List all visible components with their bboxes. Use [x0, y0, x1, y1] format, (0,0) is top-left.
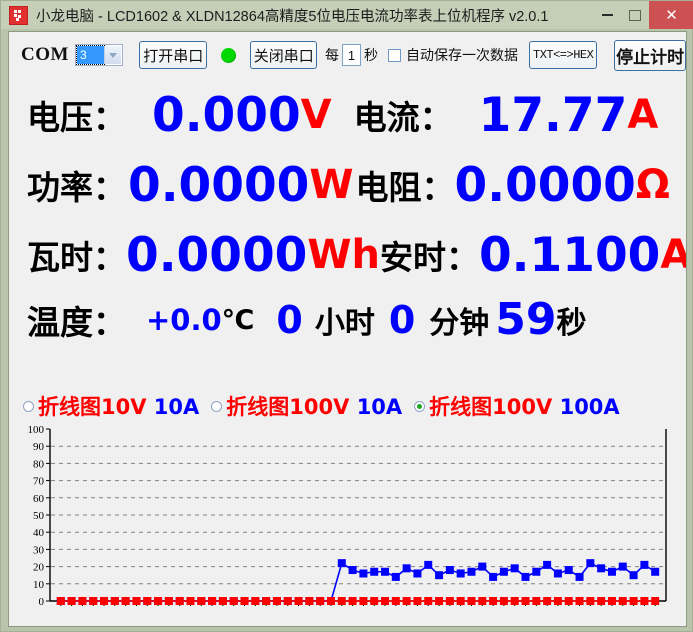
chart-canvas: 0 10 20 30 40 50 60 70 80 90 100 — [28, 424, 667, 608]
svg-text:10: 10 — [33, 579, 45, 591]
readout-row-watthour-amphour: 瓦时： 0.0000 Wh 安时： 0.1100 Ah — [9, 220, 686, 290]
plot-mode-voltage-1: 10V — [101, 395, 147, 419]
radio-icon-selected[interactable] — [414, 400, 426, 412]
plot-mode-prefix-1: 折线图 — [38, 395, 101, 419]
stop-timer-button[interactable]: 停止计时 — [614, 39, 686, 71]
timer-hours-label: 小时 — [314, 306, 375, 341]
close-port-button[interactable]: 关闭串口 — [250, 41, 318, 69]
interval-input[interactable]: 1 — [342, 44, 362, 66]
plot-mode-label-1: 折线图10V 10A — [38, 391, 199, 421]
open-port-button[interactable]: 打开串口 — [139, 41, 208, 69]
interval-suffix-label: 秒 — [364, 47, 379, 63]
title-bar: 小龙电脑 - LCD1602 & XLDN12864高精度5位电压电流功率表上位… — [1, 1, 693, 29]
radio-icon[interactable] — [23, 400, 34, 412]
autosave-checkbox[interactable] — [388, 48, 402, 62]
svg-text:50: 50 — [33, 510, 45, 522]
com-port-value: 3 — [75, 45, 106, 65]
svg-text:20: 20 — [33, 562, 45, 574]
radio-icon[interactable] — [211, 400, 223, 412]
maximize-button[interactable] — [621, 1, 649, 29]
line-chart: 0 10 20 30 40 50 60 70 80 90 100 — [19, 423, 679, 623]
current-label: 电流： — [353, 98, 453, 137]
com-port-select[interactable]: 3 — [74, 44, 124, 66]
readout-panel: 电压： 0.000 V 电流： 17.77 A 功率： 0.0000 W 电阻：… — [9, 80, 686, 350]
plot-mode-option-1[interactable]: 折线图10V 10A — [23, 391, 199, 421]
timer-seconds-label: 秒 — [556, 306, 587, 341]
toolbar: COM 3 打开串口 关闭串口 每 1 秒 自动保存一次数据 TXT<=>HEX… — [9, 36, 686, 74]
plot-mode-current-2: 10A — [356, 395, 403, 419]
minimize-button[interactable] — [593, 1, 621, 29]
plot-mode-prefix-3: 折线图 — [429, 395, 493, 419]
watt-hour-unit: Wh — [307, 232, 380, 278]
plot-mode-label-3: 折线图100V 100A — [429, 391, 620, 421]
autosave-label: 自动保存一次数据 — [406, 47, 519, 63]
temperature-unit: ℃ — [221, 304, 255, 336]
power-label: 功率： — [27, 168, 126, 207]
timer-hours-value: 0 — [276, 298, 303, 342]
svg-text:60: 60 — [33, 493, 45, 505]
close-button[interactable]: ✕ — [649, 1, 693, 29]
temperature-label: 温度： — [27, 303, 126, 342]
plot-mode-group: 折线图10V 10A 折线图100V 10A 折线图100V 100A — [9, 392, 686, 420]
interval-prefix-label: 每 — [325, 47, 340, 63]
voltage-value: 0.000 — [152, 87, 301, 143]
readout-row-voltage-current: 电压： 0.000 V 电流： 17.77 A — [9, 80, 686, 150]
txt-hex-button[interactable]: TXT<=>HEX — [529, 41, 598, 69]
plot-mode-current-1: 10A — [153, 395, 200, 419]
plot-mode-prefix-2: 折线图 — [226, 395, 290, 419]
plot-mode-option-2[interactable]: 折线图100V 10A — [211, 391, 402, 421]
chevron-down-icon[interactable] — [104, 46, 122, 64]
resistance-value: 0.0000 — [454, 157, 636, 213]
com-label: COM — [21, 44, 69, 65]
svg-text:100: 100 — [28, 424, 45, 436]
temperature-value: +0.0 — [146, 303, 222, 337]
timer-minutes-label: 分钟 — [429, 306, 490, 341]
watt-hour-label: 瓦时： — [27, 238, 126, 277]
resistance-unit: Ω — [635, 162, 670, 208]
current-unit: A — [627, 92, 659, 138]
amp-hour-value: 0.1100 — [478, 227, 661, 283]
svg-text:40: 40 — [33, 527, 45, 539]
readout-row-power-resistance: 功率： 0.0000 W 电阻： 0.0000 Ω — [9, 150, 686, 220]
status-led-icon — [221, 47, 237, 63]
svg-text:80: 80 — [33, 458, 45, 470]
power-unit: W — [309, 162, 354, 208]
readout-row-temperature-timer: 温度： +0.0 ℃ 0 小时 0 分钟 59 秒 — [9, 290, 686, 350]
window-controls: ✕ — [593, 1, 693, 29]
resistance-label: 电阻： — [355, 168, 455, 207]
plot-mode-voltage-3: 100V — [492, 395, 553, 419]
app-icon — [9, 5, 28, 25]
power-value: 0.0000 — [128, 157, 310, 213]
app-window: 小龙电脑 - LCD1602 & XLDN12864高精度5位电压电流功率表上位… — [0, 0, 693, 632]
svg-text:90: 90 — [33, 441, 45, 453]
voltage-unit: V — [300, 92, 332, 138]
plot-mode-voltage-2: 100V — [289, 395, 350, 419]
svg-text:70: 70 — [33, 476, 45, 488]
client-area: COM 3 打开串口 关闭串口 每 1 秒 自动保存一次数据 TXT<=>HEX… — [8, 31, 687, 627]
plot-mode-option-3[interactable]: 折线图100V 100A — [414, 391, 620, 421]
timer-seconds-value: 59 — [495, 294, 557, 345]
current-value: 17.77 — [478, 87, 628, 143]
autosave-checkbox-row[interactable]: 自动保存一次数据 — [388, 45, 518, 65]
plot-mode-current-3: 100A — [559, 395, 620, 419]
svg-text:0: 0 — [39, 596, 45, 608]
timer-minutes-value: 0 — [388, 298, 416, 342]
watt-hour-value: 0.0000 — [126, 227, 308, 283]
plot-mode-label-2: 折线图100V 10A — [226, 391, 402, 421]
amp-hour-label: 安时： — [379, 238, 479, 277]
amp-hour-unit: Ah — [660, 235, 686, 275]
window-title: 小龙电脑 - LCD1602 & XLDN12864高精度5位电压电流功率表上位… — [36, 8, 549, 25]
voltage-label: 电压： — [27, 98, 126, 137]
svg-text:30: 30 — [33, 544, 45, 556]
